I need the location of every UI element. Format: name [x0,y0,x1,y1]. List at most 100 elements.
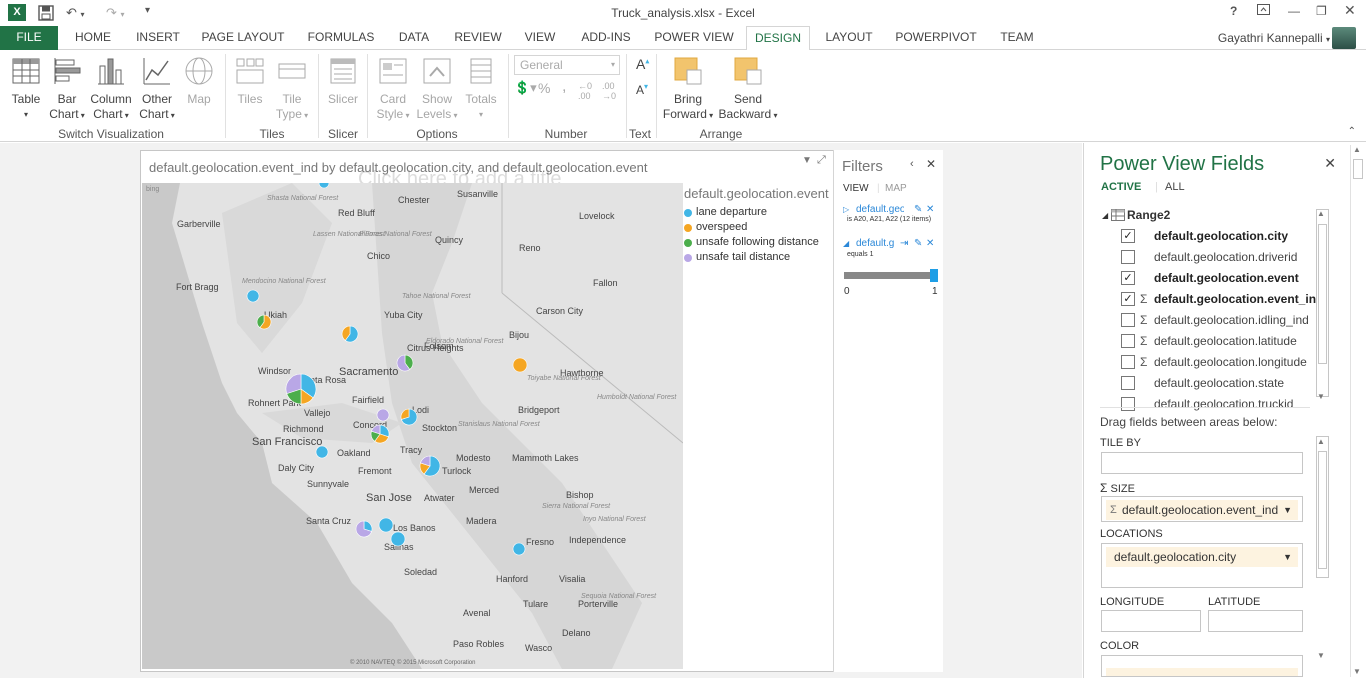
color-drop-zone[interactable] [1101,655,1303,677]
color-field-pill[interactable] [1106,668,1298,676]
ribbon-display-icon[interactable] [1257,4,1270,18]
field-item[interactable]: default.geolocation.state [1121,373,1321,393]
filters-map-tab[interactable]: MAP [885,183,907,194]
field-item[interactable]: ✓ Σdefault.geolocation.event_ind [1121,289,1323,309]
field-item[interactable]: ✓ default.geolocation.event [1121,268,1321,288]
filter-city-name[interactable]: default.geolo [856,204,904,215]
pie-slice[interactable] [246,289,260,303]
city-pie-marker[interactable] [390,531,406,547]
city-pie-marker[interactable] [318,183,330,189]
fields-scrollbar[interactable] [1316,209,1329,397]
size-field-pill[interactable]: Σdefault.geolocation.event_ind ▼ [1106,500,1298,520]
legend-item[interactable]: unsafe following distance [684,235,834,250]
field-item[interactable]: Σdefault.geolocation.idling_ind [1121,310,1321,330]
field-item[interactable]: Σdefault.geolocation.longitude [1121,352,1321,372]
field-item[interactable]: default.geolocation.driverid [1121,247,1321,267]
tab-page-layout[interactable]: PAGE LAYOUT [198,26,288,50]
city-pie-marker[interactable] [419,455,441,477]
collapse-ribbon-icon[interactable]: ⌃ [1348,126,1356,137]
decrease-font-icon[interactable]: A▾ [636,82,648,97]
latitude-drop-zone[interactable] [1208,610,1303,632]
tile-by-drop-zone[interactable] [1101,452,1303,474]
tab-team[interactable]: TEAM [994,26,1040,50]
pane-scrollbar[interactable]: ▲ ▼ [1350,145,1364,677]
collapse-table-icon[interactable]: ◢ [1102,211,1108,220]
delete-filter-icon[interactable]: ✕ [926,204,934,215]
pie-slice[interactable] [318,183,330,189]
pie-slice[interactable] [376,408,390,422]
field-checkbox[interactable] [1121,355,1135,369]
slicer-button[interactable]: Slicer [324,54,362,107]
field-checkbox[interactable] [1121,334,1135,348]
tab-home[interactable]: HOME [68,26,118,50]
tab-formulas[interactable]: FORMULAS [302,26,380,50]
pop-out-icon[interactable]: ⤢ [817,154,826,167]
field-item[interactable]: Σdefault.geolocation.latitude [1121,331,1321,351]
city-pie-marker[interactable] [315,445,329,459]
delete-filter-icon[interactable]: ✕ [926,238,934,249]
range-slider-handle[interactable] [930,269,938,282]
areas-scrollbar[interactable] [1316,436,1329,578]
tab-add-ins[interactable]: ADD-INS [575,26,637,50]
range-slider-track[interactable] [844,269,938,282]
decrease-decimal-button[interactable]: .00 →0 [602,81,622,101]
tile-type-button[interactable]: Tile Type ▾ [272,54,312,123]
field-checkbox[interactable] [1121,376,1135,390]
minimize-icon[interactable]: — [1288,4,1300,18]
tab-layout[interactable]: LAYOUT [818,26,880,50]
advanced-filter-icon[interactable]: ⇥ [900,238,908,249]
tab-view[interactable]: VIEW [518,26,562,50]
legend-item[interactable]: unsafe tail distance [684,250,834,265]
user-name[interactable]: Gayathri Kannepalli ▾ [1218,31,1330,45]
restore-icon[interactable]: ❐ [1316,4,1327,18]
percent-button[interactable]: % [538,80,550,96]
city-pie-marker[interactable] [400,408,418,426]
comma-button[interactable]: , [562,78,566,96]
clear-filter-icon[interactable]: ✎ [914,238,922,249]
collapse-filters-icon[interactable]: ‹ [910,158,914,170]
filters-view-tab[interactable]: VIEW [843,183,869,194]
field-item[interactable]: ✓ default.geolocation.city [1121,226,1321,246]
city-pie-marker[interactable] [512,357,528,373]
city-pie-marker[interactable] [246,289,260,303]
totals-button[interactable]: Totals ▾ [462,54,500,122]
card-style-button[interactable]: Card Style ▾ [372,54,414,123]
scroll-up-icon[interactable]: ▲ [1317,209,1325,218]
scroll-up-icon[interactable]: ▲ [1317,437,1325,446]
tab-power-view[interactable]: POWER VIEW [650,26,738,50]
field-checkbox[interactable] [1121,397,1135,411]
locations-drop-zone[interactable]: default.geolocation.city ▼ [1101,543,1303,588]
tab-powerpivot[interactable]: POWERPIVOT [892,26,980,50]
legend-item[interactable]: overspeed [684,220,834,235]
scroll-down-icon[interactable]: ▼ [1317,392,1325,401]
city-pie-marker[interactable] [512,542,526,556]
city-pie-marker[interactable] [285,373,317,405]
bring-forward-button[interactable]: Bring Forward ▾ [662,54,714,123]
city-pie-marker[interactable] [396,354,414,372]
clear-filter-icon[interactable]: ✎ [914,204,922,215]
pie-slice[interactable] [390,531,406,547]
field-item[interactable]: default.geolocation.truckid [1121,394,1321,414]
send-backward-button[interactable]: Send Backward ▾ [716,54,780,123]
field-checkbox[interactable]: ✓ [1121,292,1135,306]
pie-slice[interactable] [512,357,528,373]
field-checkbox[interactable]: ✓ [1121,229,1135,243]
close-fields-icon[interactable]: ✕ [1324,155,1336,172]
tab-insert[interactable]: INSERT [132,26,184,50]
other-chart-button[interactable]: Other Chart ▾ [136,54,178,123]
city-pie-marker[interactable] [370,424,390,444]
filter-icon[interactable]: ▼ [802,155,812,166]
city-pie-marker[interactable] [355,520,373,538]
map-visualization[interactable]: Susanville Chester Red Bluff Lovelock Garber… [142,183,683,669]
help-button[interactable]: ? [1230,4,1237,18]
increase-font-icon[interactable]: A▴ [636,56,649,72]
longitude-drop-zone[interactable] [1101,610,1201,632]
city-pie-marker[interactable] [256,314,272,330]
table-button[interactable]: Table ▾ [6,54,46,122]
tab-active[interactable]: ACTIVE [1101,181,1141,193]
tab-review[interactable]: REVIEW [450,26,506,50]
scroll-down-icon[interactable]: ▼ [1317,651,1325,660]
map-button[interactable]: Map [182,54,216,107]
city-pie-marker[interactable] [341,325,359,343]
size-drop-zone[interactable]: Σdefault.geolocation.event_ind ▼ [1101,496,1303,522]
